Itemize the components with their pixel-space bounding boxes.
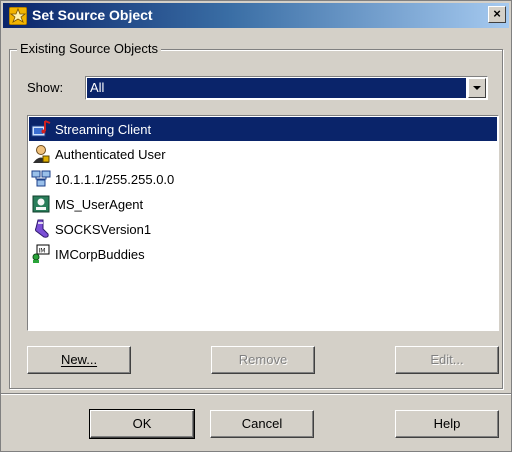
chevron-down-icon[interactable] — [468, 78, 486, 98]
ok-button-label: OK — [132, 416, 152, 431]
separator — [1, 393, 511, 395]
title-bar[interactable]: Set Source Object × — [3, 3, 509, 28]
streaming-client-icon — [31, 120, 51, 137]
user-agent-icon — [32, 195, 50, 213]
remove-button[interactable]: Remove — [211, 346, 315, 374]
list-item-label: MS_UserAgent — [55, 196, 144, 212]
ok-button[interactable]: OK — [89, 409, 195, 439]
list-item-label: 10.1.1.1/255.255.0.0 — [55, 171, 175, 187]
socks-icon — [35, 219, 49, 238]
new-button[interactable]: New... — [27, 346, 131, 374]
gear-star-icon — [9, 7, 27, 25]
window-title: Set Source Object — [32, 7, 153, 23]
list-item-label: SOCKSVersion1 — [55, 221, 152, 237]
im-buddies-icon: IM — [32, 244, 50, 263]
list-item[interactable]: SOCKSVersion1 — [29, 217, 497, 241]
close-icon: × — [493, 6, 501, 21]
close-button[interactable]: × — [488, 6, 506, 23]
list-item-label: Streaming Client — [55, 121, 152, 137]
help-button-label: Help — [433, 416, 461, 431]
edit-button[interactable]: Edit... — [395, 346, 499, 374]
cancel-button-label: Cancel — [241, 416, 283, 431]
list-item[interactable]: IM IMCorpBuddies — [29, 242, 497, 266]
svg-text:IM: IM — [39, 248, 46, 255]
help-button[interactable]: Help — [395, 410, 499, 438]
group-legend: Existing Source Objects — [17, 40, 162, 58]
list-item[interactable]: 10.1.1.1/255.255.0.0 — [29, 167, 497, 191]
network-icon — [31, 170, 51, 187]
show-label: Show: — [27, 80, 64, 95]
list-item-label: Authenticated User — [55, 146, 166, 162]
list-item[interactable]: MS_UserAgent — [29, 192, 497, 216]
new-button-label: New... — [60, 352, 98, 367]
list-item-label: IMCorpBuddies — [55, 246, 145, 262]
list-item[interactable]: Streaming Client — [29, 117, 497, 141]
source-objects-list[interactable]: Streaming Client Authenticated User 10.1… — [27, 115, 499, 331]
list-item[interactable]: Authenticated User — [29, 142, 497, 166]
edit-button-label: Edit... — [430, 352, 464, 367]
cancel-button[interactable]: Cancel — [210, 410, 314, 438]
remove-button-label: Remove — [238, 352, 288, 367]
set-source-object-dialog: Set Source Object × Existing Source Obje… — [0, 0, 512, 452]
show-dropdown-value: All — [87, 78, 466, 98]
authenticated-user-icon — [33, 145, 50, 163]
show-dropdown[interactable]: All — [85, 76, 488, 100]
